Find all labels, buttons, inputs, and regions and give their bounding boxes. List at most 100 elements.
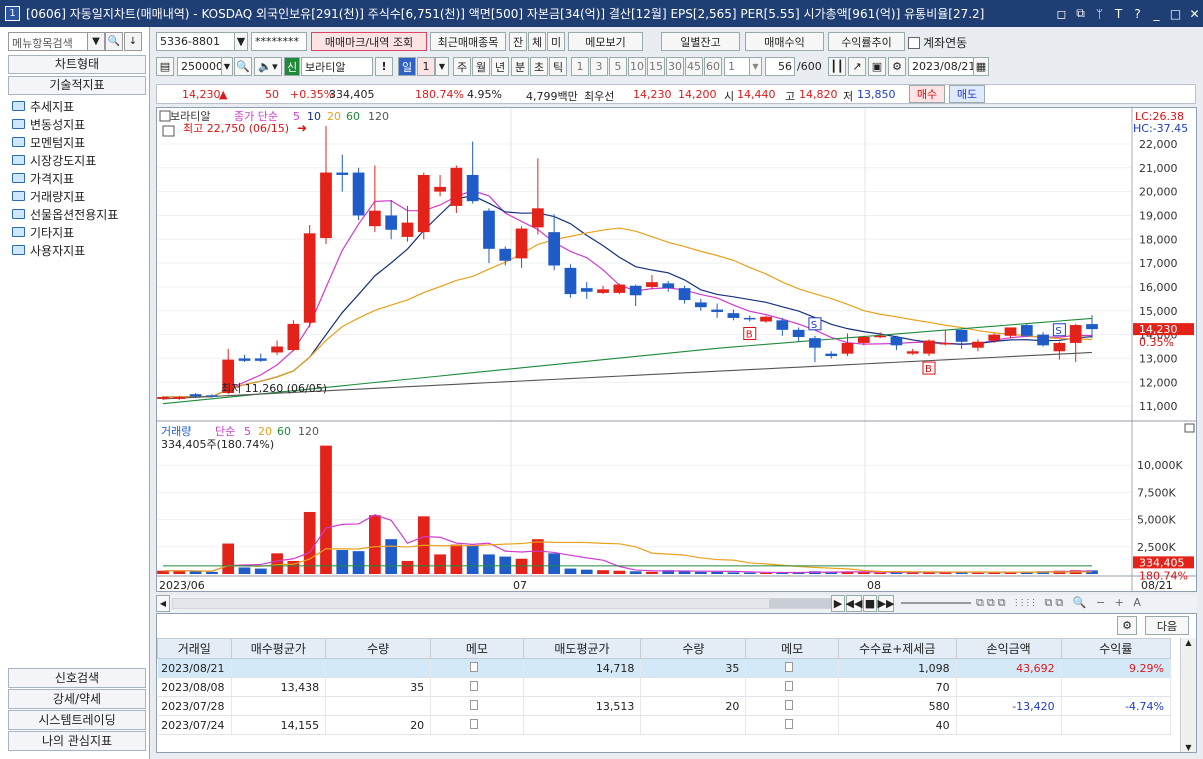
column-header[interactable]: 수량 [640,638,747,659]
memo-icon[interactable] [745,677,839,697]
fast-forward-icon[interactable]: ▶▶ [878,595,894,612]
chart-canvas[interactable]: B S B S 22,000 21,000 20,000 19,000 18,000 17,00… [157,108,1196,591]
memo-icon[interactable] [430,715,524,735]
memo-icon[interactable] [745,658,839,678]
speed-slider[interactable] [901,602,971,604]
restore-icon[interactable]: ⧉ [1072,6,1089,21]
period-minute-button[interactable]: 분 [511,57,529,76]
column-header[interactable]: 수익률 [1060,638,1172,659]
stop-icon[interactable]: ■ [863,595,877,612]
interval-30-button[interactable]: 30 [666,57,684,76]
scroll-up-icon[interactable]: ▲ [1181,638,1196,647]
memo-icon[interactable] [745,696,839,716]
trade-profit-button[interactable]: 매매수익 [745,32,824,51]
column-header[interactable]: 메모 [430,638,524,659]
bar-count-input[interactable]: 56 [765,57,795,76]
chart-scrollbar[interactable] [172,598,832,609]
interval-1-button[interactable]: 1 [571,57,589,76]
maximize-icon[interactable]: □ [1167,7,1184,21]
period-n-select[interactable]: 1 [417,57,435,76]
column-header[interactable]: 메모 [745,638,839,659]
buy-button[interactable]: 매수 [909,85,945,103]
drawing-tools-icon[interactable]: ⧉⧉⧉ ⫶⫶⫶⫶ ⧉⧉ 🔍 − + A [976,596,1144,610]
my-indicator-button[interactable]: 나의 관심지표 [8,731,146,751]
table-row[interactable]: 2023/07/28 13,513 20 580 -13,420 -4.74% [157,696,1172,716]
download-arrow-icon[interactable]: ↓ [124,32,142,51]
interval-custom-select[interactable]: 1 [724,57,750,76]
chevron-down-icon[interactable]: ▼ [435,57,449,76]
column-header[interactable]: 매도평균가 [522,638,642,659]
chevron-down-icon[interactable]: ▼ [234,32,248,51]
trade-mark-query-button[interactable]: 매매마크/내역 조회 [311,32,427,51]
next-button[interactable]: 다음 [1145,616,1189,635]
dropdown-arrow-icon[interactable]: ▼ [87,32,105,51]
vertical-scrollbar[interactable]: ▲ ▼ [1180,638,1196,752]
scroll-left-icon[interactable]: ◀ [156,595,170,612]
interval-45-button[interactable]: 45 [685,57,703,76]
period-week-button[interactable]: 주 [453,57,471,76]
stock-code-input[interactable]: 250000 [177,57,223,76]
date-input[interactable]: 2023/08/21 [908,57,975,76]
interval-10-button[interactable]: 10 [628,57,646,76]
chart-setting-icon[interactable]: ▤ [156,57,174,76]
save-icon[interactable]: ▣ [868,57,886,76]
password-field[interactable]: ******** [251,32,307,51]
period-second-button[interactable]: 초 [530,57,548,76]
scrollbar-thumb[interactable] [769,599,831,608]
speaker-icon[interactable]: 🔈▾ [254,57,282,76]
table-row[interactable]: 2023/08/08 13,438 35 70 [157,677,1172,697]
interval-5-button[interactable]: 5 [609,57,627,76]
column-header[interactable]: 수수료+제세금 [837,638,957,659]
search-icon[interactable]: 🔍 [105,32,123,51]
tab-chart-type[interactable]: 차트형태 [8,55,146,74]
gear-icon[interactable]: ⚙ [1117,616,1137,635]
daily-balance-button[interactable]: 일별잔고 [661,32,740,51]
memo-icon[interactable] [430,658,524,678]
close-icon[interactable]: ✕ [1186,7,1203,21]
tree-item[interactable]: 모멘텀지표 [12,133,118,151]
tree-item[interactable]: 기타지표 [12,223,118,241]
play-icon[interactable]: ▶ [831,595,845,612]
tree-item[interactable]: 사용자지표 [12,241,118,259]
period-month-button[interactable]: 월 [472,57,490,76]
account-select[interactable]: 5336-8801 [156,32,236,51]
interval-60-button[interactable]: 60 [704,57,722,76]
tab-technical-indicator[interactable]: 기술적지표 [8,76,146,95]
memo-icon[interactable] [430,696,524,716]
candle-icon[interactable]: ┃┃ [828,57,846,76]
pin-icon[interactable]: ◻ [1053,7,1070,21]
interval-15-button[interactable]: 15 [647,57,665,76]
table-row[interactable]: 2023/07/24 14,155 20 40 [157,715,1172,735]
recent-trades-button[interactable]: 최근매매종목 [430,32,506,51]
chevron-down-icon[interactable]: ▼ [221,57,233,76]
tree-item[interactable]: 시장강도지표 [12,151,118,169]
minimize-icon[interactable]: _ [1148,7,1165,21]
table-row[interactable]: 2023/08/21 14,718 35 1,098 43,692 9.29% [157,658,1172,678]
tree-item[interactable]: 추세지표 [12,97,118,115]
memo-icon[interactable] [745,715,839,735]
tree-item[interactable]: 선물옵션전용지표 [12,205,118,223]
column-header[interactable]: 매수평균가 [230,638,327,659]
scroll-down-icon[interactable]: ▼ [1181,743,1196,752]
candlestick-chart[interactable]: B S B S 22,000 21,000 20,000 19,000 18,000 17,00… [156,107,1197,592]
return-trend-button[interactable]: 수익률추이 [828,32,905,51]
column-header[interactable]: 수량 [325,638,432,659]
unexecuted-toggle[interactable]: 미 [547,32,565,51]
tree-item[interactable]: 가격지표 [12,169,118,187]
period-year-button[interactable]: 년 [491,57,509,76]
signal-search-button[interactable]: 신호검색 [8,668,146,688]
memo-icon[interactable] [430,677,524,697]
tree-item[interactable]: 거래량지표 [12,187,118,205]
column-header[interactable]: 거래일 [157,638,232,659]
executed-toggle[interactable]: 체 [528,32,546,51]
stock-name-field[interactable]: 보라티알 [301,57,373,76]
tree-item[interactable]: 변동성지표 [12,115,118,133]
gear-icon[interactable]: ⚙ [888,57,906,76]
calendar-icon[interactable]: ▦ [973,57,989,76]
pushpin-icon[interactable]: ᛘ [1091,7,1108,21]
balance-toggle[interactable]: 잔 [509,32,527,51]
rewind-icon[interactable]: ◀◀ [846,595,862,612]
period-day-button[interactable]: 일 [398,57,416,76]
sell-button[interactable]: 매도 [949,85,985,103]
account-link-checkbox[interactable]: 계좌연동 [908,34,967,51]
